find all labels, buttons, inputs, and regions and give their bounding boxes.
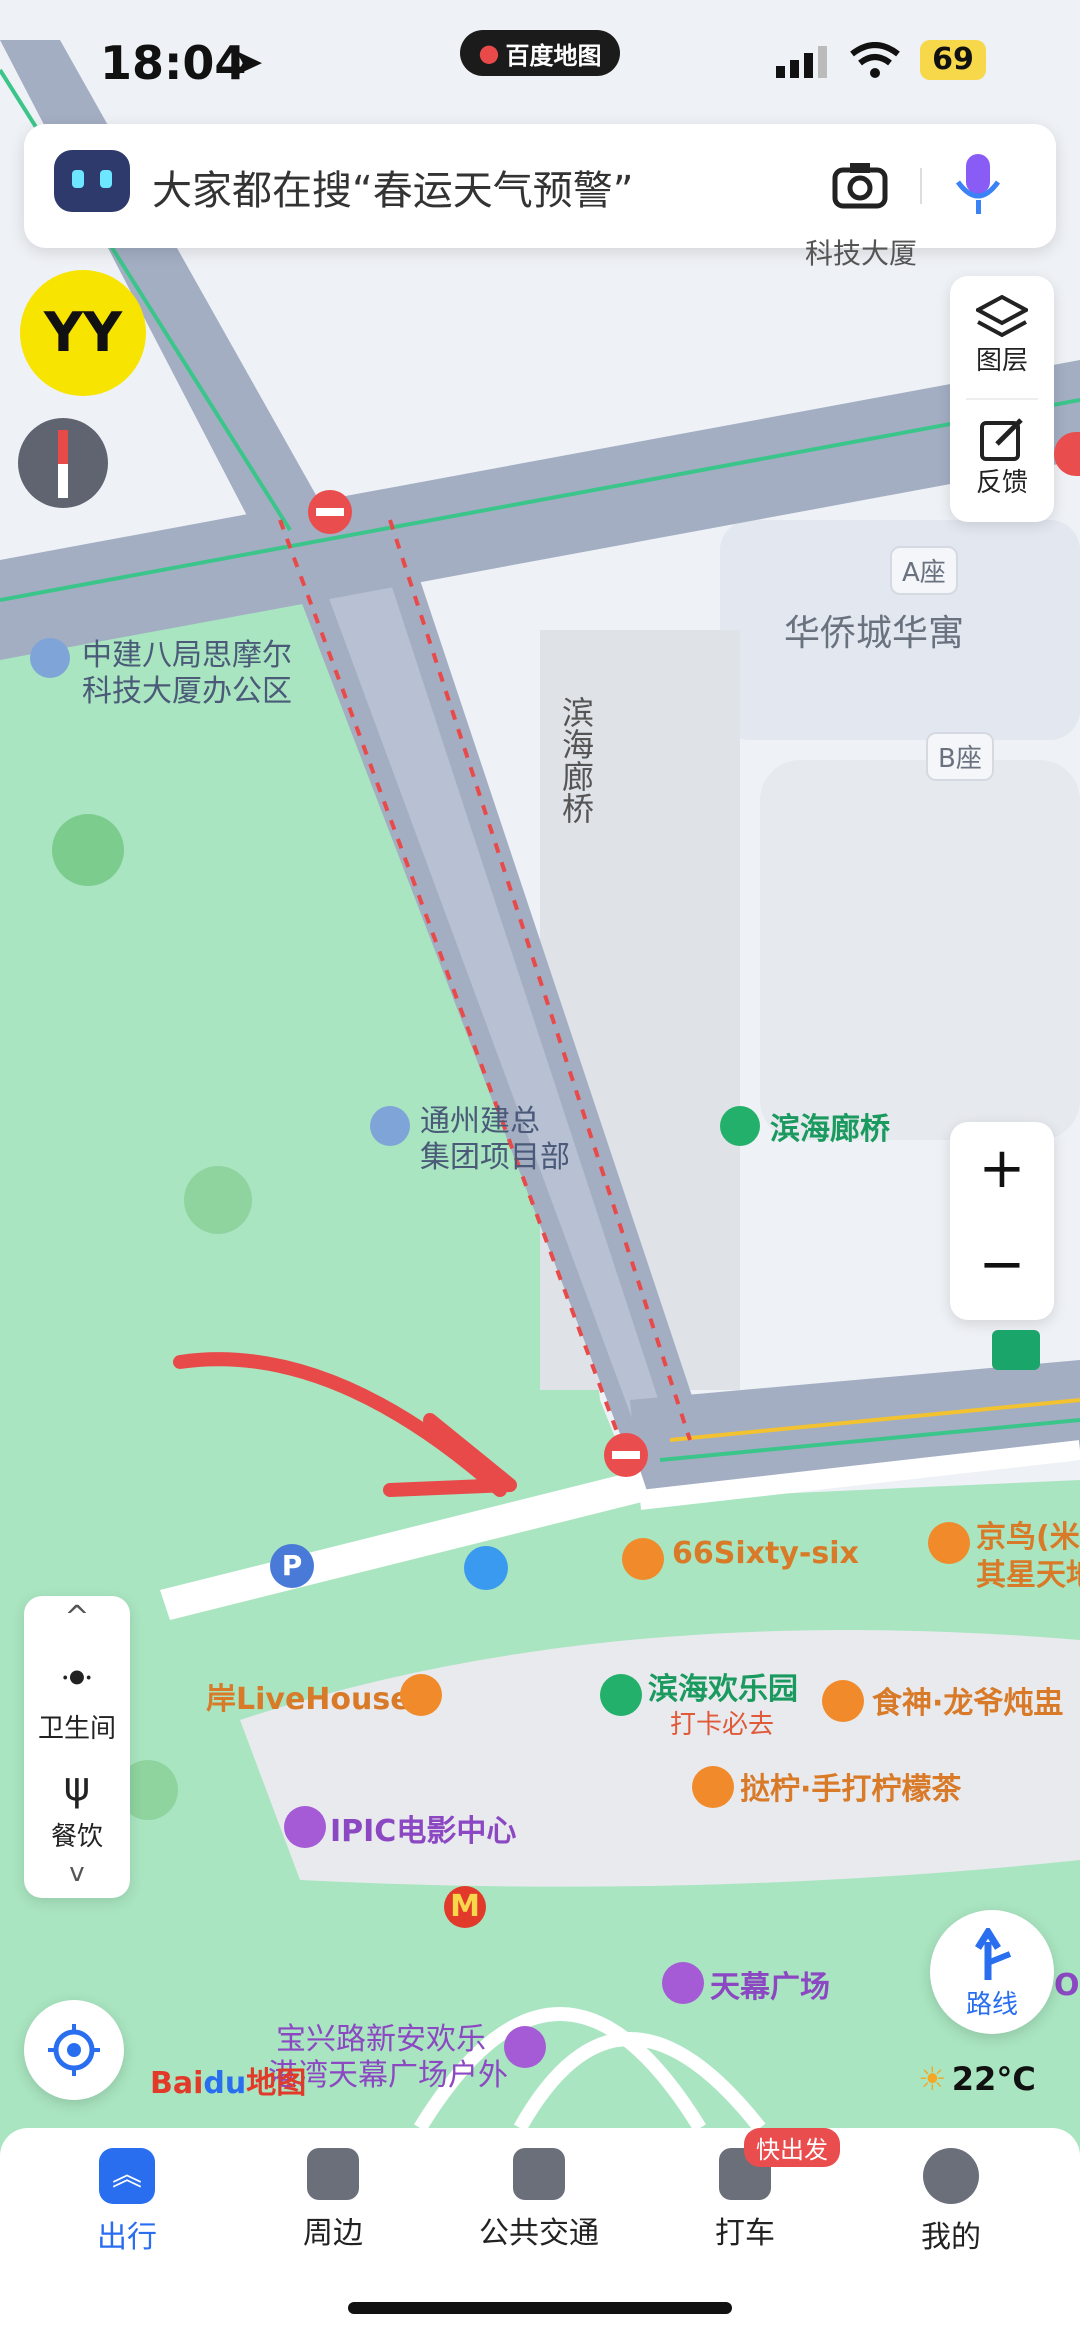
- cafe-icon: [928, 1522, 970, 1564]
- tab-transit[interactable]: 公共交通: [464, 2148, 614, 2252]
- logo-du: du: [203, 2066, 247, 2101]
- binhai-bridge-label: 滨海廊桥: [770, 1112, 890, 1147]
- binhai-park-label: 滨海欢乐园: [648, 1672, 798, 1707]
- signal-icon: [776, 46, 827, 78]
- zhongjian-line2: 科技大厦办公区: [82, 674, 292, 709]
- plaza-icon: [662, 1962, 704, 2004]
- feedback-label: 反馈: [975, 468, 1028, 498]
- microphone-icon[interactable]: [954, 152, 1002, 222]
- nearby-icon: [307, 2148, 359, 2200]
- bridge-vertical-label: 滨海廊桥: [557, 696, 595, 824]
- jingniao-line2: 其星天地: [976, 1558, 1080, 1593]
- weather-temp: 22°C: [951, 2060, 1036, 2098]
- drink-icon: [692, 1766, 734, 1808]
- binhai-park-sub: 打卡必去: [670, 1710, 775, 1740]
- chevron-up-icon[interactable]: ^: [24, 1600, 130, 1635]
- restroom-icon[interactable]: [464, 1546, 508, 1590]
- battery-level: 69: [920, 40, 986, 80]
- office-icon: [30, 638, 70, 678]
- route-arrow-icon: [975, 1928, 1012, 1980]
- layers-button[interactable]: 图层: [950, 294, 1054, 377]
- status-bar: 18:04 ➤ ● 百度地图 69: [0, 0, 1080, 120]
- filter-food-label: 餐饮: [50, 1822, 103, 1852]
- tab-taxi-label: 打车: [715, 2216, 775, 2251]
- compass-icon[interactable]: [18, 418, 108, 508]
- bus-stop-icon[interactable]: [992, 1330, 1040, 1370]
- livehouse-label: 岸LiveHouse: [206, 1682, 411, 1717]
- taxi-badge: 快出发: [744, 2128, 840, 2167]
- filter-toilet-label: 卫生间: [37, 1714, 116, 1744]
- layers-icon: [976, 294, 1028, 338]
- building-b-label: B座: [926, 732, 994, 781]
- cafe-icon: [622, 1538, 664, 1580]
- cocktail-icon: [400, 1674, 442, 1716]
- ipic-label: IPIC电影中心: [330, 1814, 517, 1849]
- bus-icon: [513, 2148, 565, 2200]
- route-label: 路线: [965, 1990, 1018, 2020]
- lemon-tea-label: 挞柠·手打柠檬茶: [740, 1772, 962, 1807]
- tab-transit-label: 公共交通: [479, 2216, 599, 2251]
- app-badge-label: 百度地图: [505, 41, 602, 70]
- home-indicator: [348, 2302, 732, 2314]
- weather-widget[interactable]: ☀ 22°C: [918, 2060, 1036, 2098]
- building-a-label: A座: [890, 546, 958, 595]
- assistant-robot-icon[interactable]: [54, 150, 130, 212]
- divider: [920, 168, 922, 204]
- tab-mine[interactable]: 我的: [876, 2148, 1026, 2256]
- keji-top-label: 科技大厦: [805, 237, 918, 270]
- tab-nearby-label: 周边: [303, 2216, 363, 2251]
- baidu-logo: Baidu地图: [150, 2058, 306, 2102]
- huaqiao-label: 华侨城华寓: [784, 613, 965, 654]
- location-arrow-icon: ➤: [232, 40, 264, 84]
- tab-nearby[interactable]: 周边: [258, 2148, 408, 2252]
- tab-travel-label: 出行: [97, 2220, 157, 2255]
- filter-toilet[interactable]: ꔹ 卫生间: [24, 1656, 130, 1745]
- pin-icon: ●: [478, 39, 500, 67]
- travel-icon: ︽: [99, 2148, 155, 2204]
- search-bar[interactable]: 大家都在搜“春运天气预警”: [24, 124, 1056, 248]
- tree-icon: [600, 1674, 642, 1716]
- zoom-controls: + −: [950, 1122, 1054, 1320]
- camera-icon[interactable]: [832, 160, 888, 210]
- locate-button[interactable]: [24, 2000, 124, 2100]
- app-badge: ● 百度地图: [460, 30, 620, 76]
- route-button[interactable]: 路线: [930, 1910, 1054, 2034]
- bowl-icon: [822, 1680, 864, 1722]
- filter-card: ^ ꔹ 卫生间 ψ 餐饮 v: [24, 1596, 130, 1898]
- yy-avatar[interactable]: YY: [20, 270, 146, 396]
- logo-bai: Bai: [150, 2066, 204, 2101]
- fork-knife-icon: ψ: [63, 1764, 91, 1810]
- mcdonalds-icon[interactable]: M: [444, 1886, 486, 1928]
- tongzhou-line2: 集团项目部: [420, 1140, 570, 1175]
- sixty-six-label: 66Sixty-six: [672, 1536, 859, 1571]
- tab-mine-label: 我的: [921, 2220, 981, 2255]
- edit-icon: [980, 418, 1023, 461]
- locate-icon: [48, 2024, 100, 2076]
- feedback-button[interactable]: 反馈: [950, 416, 1054, 499]
- sun-cloud-icon: ☀: [918, 2060, 947, 2098]
- zoom-out-button[interactable]: −: [950, 1232, 1054, 1297]
- divider: [966, 398, 1038, 400]
- logo-map: 地图: [246, 2066, 307, 2101]
- office-icon: [370, 1106, 410, 1146]
- profile-icon: [923, 2148, 979, 2204]
- edge-label-o: O: [1054, 1968, 1080, 2003]
- tianmu-label: 天幕广场: [710, 1970, 830, 2005]
- map-tools-card: 图层 反馈: [950, 276, 1054, 522]
- filter-food[interactable]: ψ 餐饮: [24, 1764, 130, 1853]
- restroom-people-icon: ꔹ: [60, 1656, 94, 1702]
- wifi-icon: [850, 42, 900, 78]
- tree-icon: [720, 1106, 760, 1146]
- tab-travel[interactable]: ︽ 出行: [52, 2148, 202, 2256]
- parking-icon[interactable]: P: [270, 1544, 314, 1588]
- shishen-label: 食神·龙爷炖盅: [872, 1686, 1064, 1721]
- chevron-down-icon[interactable]: v: [24, 1858, 130, 1888]
- film-icon: [284, 1806, 326, 1848]
- plaza-icon: [504, 2026, 546, 2068]
- status-time: 18:04: [100, 36, 247, 90]
- layers-label: 图层: [975, 346, 1028, 376]
- zoom-in-button[interactable]: +: [950, 1136, 1054, 1201]
- search-input[interactable]: 大家都在搜“春运天气预警”: [152, 158, 633, 216]
